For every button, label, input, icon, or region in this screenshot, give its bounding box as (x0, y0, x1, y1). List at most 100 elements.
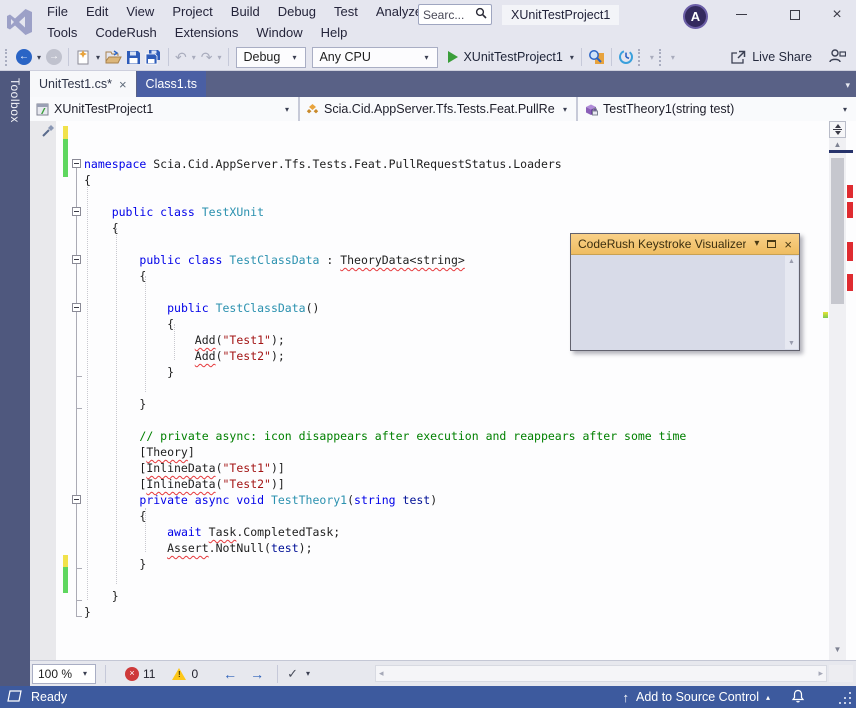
redo-button[interactable]: ↷ (199, 46, 215, 68)
new-project-button[interactable] (73, 46, 93, 68)
tab-list-caret[interactable]: ▾ (845, 80, 850, 91)
code-line[interactable]: public class TestXUnit (84, 204, 686, 220)
caret-up-icon[interactable]: ▴ (766, 693, 770, 702)
add-to-source-control-button[interactable]: Add to Source Control (636, 690, 759, 704)
scroll-up-icon[interactable]: ▲ (829, 140, 846, 149)
code-line[interactable]: [Theory] (84, 444, 686, 460)
code-line[interactable]: namespace Scia.Cid.AppServer.Tfs.Tests.F… (84, 156, 686, 172)
error-count-button[interactable]: × 11 (125, 667, 155, 681)
search-input[interactable]: Searc... (423, 8, 473, 22)
minimize-button[interactable] (724, 2, 758, 27)
open-file-button[interactable] (103, 46, 124, 68)
zoom-level-dropdown[interactable]: 100 % ▾ (32, 664, 96, 684)
toolbar-grip[interactable] (5, 49, 10, 66)
feedback-button[interactable] (828, 48, 846, 66)
maximize-button[interactable] (778, 2, 812, 27)
code-editor[interactable]: namespace Scia.Cid.AppServer.Tfs.Tests.F… (30, 121, 856, 660)
keystroke-visualizer-scrollbar[interactable]: ▲ ▼ (785, 256, 798, 349)
solution-configuration-dropdown[interactable]: Debug ▾ (236, 47, 306, 68)
fold-toggle[interactable] (72, 207, 81, 216)
code-cleanup-caret[interactable]: ▾ (303, 669, 313, 678)
code-line[interactable] (84, 572, 686, 588)
code-line[interactable]: [InlineData("Test2")] (84, 476, 686, 492)
save-button[interactable] (124, 46, 143, 68)
menu-extensions[interactable]: Extensions (166, 25, 248, 40)
menu-debug[interactable]: Debug (269, 4, 325, 19)
horizontal-scrollbar[interactable]: ◂ ▸ (375, 665, 827, 682)
performance-profiler-button[interactable] (616, 46, 636, 68)
tab-unittest1-cs-[interactable]: UnitTest1.cs*× (30, 71, 136, 97)
live-share-button[interactable]: Live Share (730, 50, 812, 65)
code-line[interactable] (84, 124, 686, 140)
code-text-area[interactable]: namespace Scia.Cid.AppServer.Tfs.Tests.F… (84, 124, 686, 620)
error-mark[interactable] (847, 274, 853, 291)
code-line[interactable]: // private async: icon disappears after … (84, 428, 686, 444)
menu-view[interactable]: View (117, 4, 163, 19)
menu-coderush[interactable]: CodeRush (86, 25, 165, 40)
window-menu-caret-icon[interactable]: ▾ (754, 239, 759, 249)
scroll-down-icon[interactable]: ▼ (788, 340, 795, 347)
code-line[interactable]: } (84, 396, 686, 412)
toolbar-grip[interactable] (659, 49, 664, 66)
navbar-project-dropdown[interactable]: XUnitTestProject1 ▾ (30, 97, 300, 121)
code-line[interactable]: } (84, 556, 686, 572)
keystroke-visualizer-window[interactable]: CodeRush Keystroke Visualizer ▾ × ▲ ▼ (570, 233, 800, 351)
vertical-scrollbar[interactable]: ▲ ▼ (829, 121, 853, 660)
undo-button[interactable]: ↶ (173, 46, 189, 68)
navigate-backward-caret[interactable]: ▾ (34, 53, 44, 62)
toolbar-grip[interactable] (638, 49, 643, 66)
error-mark[interactable] (847, 202, 853, 218)
editor-split-handle[interactable] (829, 121, 846, 138)
menu-test[interactable]: Test (325, 4, 367, 19)
code-line[interactable] (84, 380, 686, 396)
error-mark[interactable] (847, 242, 853, 261)
start-debugging-button[interactable]: XUnitTestProject1 ▾ (441, 50, 576, 64)
navigate-forward-button[interactable]: → (44, 46, 64, 68)
notifications-bell-icon[interactable] (791, 689, 805, 706)
code-line[interactable]: } (84, 364, 686, 380)
previous-issue-button[interactable]: ← (219, 666, 241, 682)
toolbar-overflow-caret[interactable]: ▾ (668, 53, 678, 62)
fold-toggle[interactable] (72, 159, 81, 168)
menu-window[interactable]: Window (247, 25, 311, 40)
navigate-backward-button[interactable]: ← (14, 46, 34, 68)
new-project-caret[interactable]: ▾ (93, 53, 103, 62)
float-window-icon[interactable] (767, 240, 776, 248)
hscroll-right-icon[interactable]: ▸ (818, 668, 823, 679)
keystroke-visualizer-title-bar[interactable]: CodeRush Keystroke Visualizer ▾ × (571, 234, 799, 255)
code-line[interactable] (84, 188, 686, 204)
account-avatar[interactable]: A (683, 4, 708, 29)
code-cleanup-button[interactable]: ✓ (287, 666, 298, 682)
redo-caret[interactable]: ▾ (214, 53, 224, 62)
code-line[interactable]: { (84, 508, 686, 524)
code-line[interactable]: { (84, 172, 686, 188)
find-in-files-button[interactable] (586, 46, 607, 68)
menu-help[interactable]: Help (312, 25, 357, 40)
code-line[interactable]: } (84, 604, 686, 620)
navbar-type-dropdown[interactable]: Scia.Cid.AppServer.Tfs.Tests.Feat.PullRe… (300, 97, 578, 121)
close-window-button[interactable]: × (820, 2, 854, 27)
toolbox-panel-tab[interactable]: Toolbox (0, 71, 30, 686)
warning-count-button[interactable]: ! 0 (172, 667, 198, 681)
code-line[interactable] (84, 412, 686, 428)
navbar-member-dropdown[interactable]: TestTheory1(string test) ▾ (578, 97, 856, 121)
breakpoint-margin[interactable] (30, 121, 56, 660)
error-mark[interactable] (847, 185, 853, 198)
code-line[interactable]: } (84, 588, 686, 604)
code-line[interactable]: [InlineData("Test1")] (84, 460, 686, 476)
menu-tools[interactable]: Tools (38, 25, 86, 40)
fold-toggle[interactable] (72, 255, 81, 264)
code-line[interactable]: await Task.CompletedTask; (84, 524, 686, 540)
menu-file[interactable]: File (38, 4, 77, 19)
save-all-button[interactable] (143, 46, 164, 68)
search-box[interactable]: Searc... (418, 4, 492, 25)
close-icon[interactable]: × (784, 238, 792, 251)
scroll-up-icon[interactable]: ▲ (788, 258, 795, 265)
menu-build[interactable]: Build (222, 4, 269, 19)
menu-project[interactable]: Project (163, 4, 221, 19)
resize-grip[interactable] (838, 691, 851, 704)
scroll-down-icon[interactable]: ▼ (829, 645, 846, 654)
close-tab-icon[interactable]: × (119, 78, 127, 91)
fold-toggle[interactable] (72, 495, 81, 504)
menu-edit[interactable]: Edit (77, 4, 117, 19)
